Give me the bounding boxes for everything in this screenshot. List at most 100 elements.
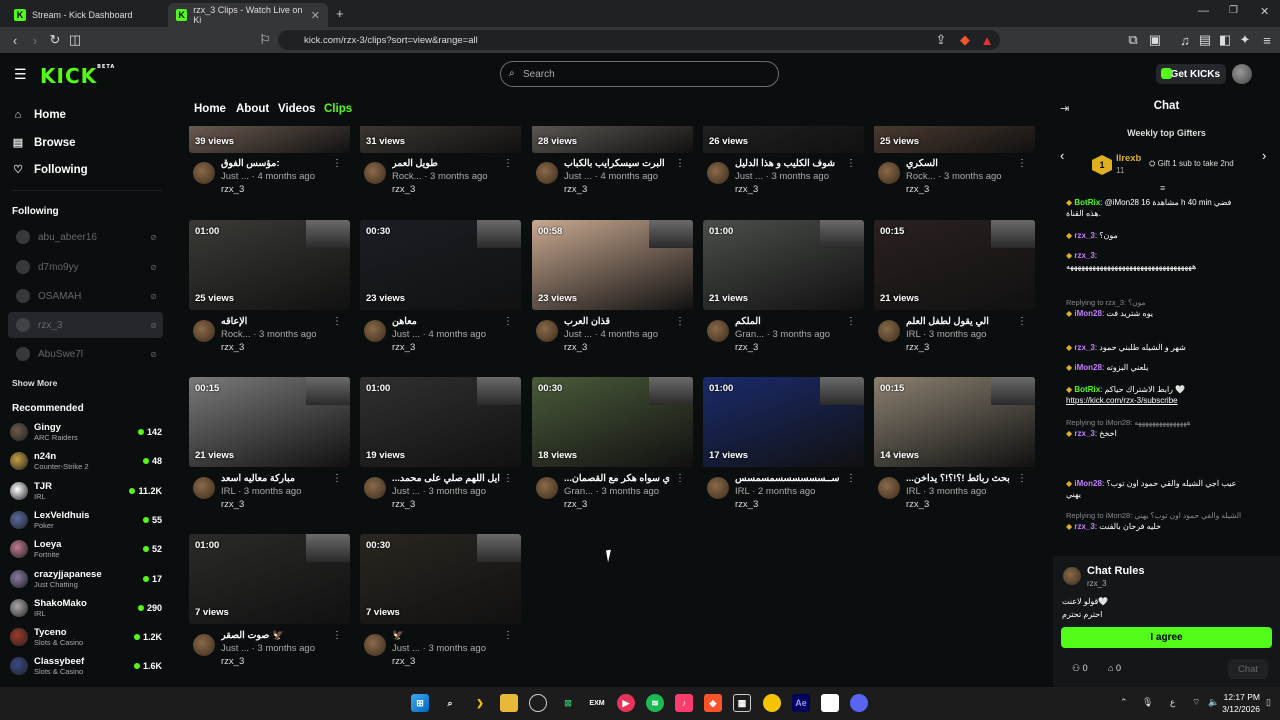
recommended-item[interactable]: Gingy ARC Raiders 142 bbox=[10, 418, 162, 446]
clip-thumbnail[interactable]: 25 views bbox=[874, 126, 1035, 153]
clip-card[interactable]: 01:00 21 views الملكم ⋮ Gran... · 3 months a… bbox=[703, 220, 864, 355]
more-options-icon[interactable]: ⋮ bbox=[503, 316, 513, 327]
clip-thumbnail[interactable]: 00:30 7 views bbox=[360, 534, 521, 624]
more-options-icon[interactable]: ⋮ bbox=[503, 630, 513, 641]
recommended-item[interactable]: Loeya Fortnite 52 bbox=[10, 535, 162, 563]
clip-card[interactable]: 00:30 23 views معاهن ⋮ Just ... · 4 months a… bbox=[360, 220, 521, 355]
clip-card[interactable]: 31 views طويل العمر ⋮ Rock... · 3 months ag… bbox=[360, 126, 521, 201]
clip-thumbnail[interactable]: 31 views bbox=[360, 126, 521, 153]
music-icon[interactable]: ♫ bbox=[1176, 31, 1194, 49]
more-options-icon[interactable]: ⋮ bbox=[675, 473, 685, 484]
clip-title[interactable]: السكري bbox=[906, 158, 1018, 169]
minimize-button[interactable]: — bbox=[1198, 5, 1209, 17]
task-view-icon[interactable]: ❯ bbox=[471, 694, 489, 712]
more-options-icon[interactable]: ⋮ bbox=[846, 316, 856, 327]
more-options-icon[interactable]: ⋮ bbox=[503, 158, 513, 169]
tab-about[interactable]: About bbox=[236, 103, 269, 115]
clip-user[interactable]: rzx_3 bbox=[221, 656, 244, 667]
after-effects-icon[interactable]: Ae bbox=[792, 694, 810, 712]
chat-username[interactable]: rzx_3 bbox=[1074, 251, 1094, 260]
more-options-icon[interactable]: ⋮ bbox=[675, 158, 685, 169]
chevron-right-icon[interactable]: › bbox=[1262, 148, 1266, 163]
reply-context[interactable]: Replying to rzx_3: مون؟ bbox=[1066, 297, 1266, 308]
clock-time[interactable]: 12:17 PM bbox=[1222, 692, 1260, 702]
more-options-icon[interactable]: ⋮ bbox=[1017, 158, 1027, 169]
back-icon[interactable]: ‹ bbox=[6, 31, 24, 49]
clip-card[interactable]: 39 views مؤسس الفوق: ⋮ Just ... · 4 months … bbox=[189, 126, 350, 201]
avatar[interactable] bbox=[193, 634, 215, 656]
microphone-icon[interactable]: 🎙 bbox=[1142, 697, 1153, 708]
clip-card[interactable]: 00:15 14 views ...بحث ربائط !؟!؟!؟ يداخن ⋮ I… bbox=[874, 377, 1035, 512]
chat-username[interactable]: rzx_3 bbox=[1074, 522, 1094, 531]
clip-card[interactable]: 28 views البرت سيسكرايب بالكباب ⋮ Just ... … bbox=[532, 126, 693, 201]
tab-videos[interactable]: Videos bbox=[278, 103, 316, 115]
file-explorer-icon[interactable] bbox=[500, 694, 518, 712]
avatar[interactable] bbox=[193, 477, 215, 499]
chat-username[interactable]: BotRix bbox=[1074, 385, 1100, 394]
recommended-item[interactable]: ShakoMako IRL 290 bbox=[10, 594, 162, 622]
avatar[interactable] bbox=[364, 162, 386, 184]
windows-start-icon[interactable]: ⊞ bbox=[411, 694, 429, 712]
clip-user[interactable]: rzx_3 bbox=[392, 184, 415, 195]
discord-icon[interactable] bbox=[850, 694, 868, 712]
get-kicks-button[interactable]: Get KICKs bbox=[1156, 64, 1226, 84]
clip-user[interactable]: rzx_3 bbox=[392, 342, 415, 353]
clip-title[interactable]: شوف الكليب و هذا الدليل bbox=[735, 158, 847, 169]
clip-card[interactable]: 26 views شوف الكليب و هذا الدليل ⋮ Just ...… bbox=[703, 126, 864, 201]
chat-username[interactable]: rzx_3 bbox=[1074, 343, 1094, 352]
clip-user[interactable]: rzx_3 bbox=[564, 499, 587, 510]
clip-title[interactable]: الملكم bbox=[735, 316, 847, 327]
maximize-button[interactable]: ❐ bbox=[1229, 5, 1238, 16]
chat-username[interactable]: rzx_3 bbox=[1074, 231, 1094, 240]
language-icon[interactable]: ع bbox=[1170, 697, 1175, 708]
notification-icon[interactable]: ▯ bbox=[1266, 697, 1271, 708]
clip-title[interactable]: مباركة معاليه اسعد bbox=[221, 473, 333, 484]
subscribe-link[interactable]: https://kick.com/rzx-3/subscribe bbox=[1066, 395, 1266, 406]
clip-title[interactable]: الإعاقه bbox=[221, 316, 333, 327]
clip-card[interactable]: 01:00 25 views الإعاقه ⋮ Rock... · 3 months … bbox=[189, 220, 350, 355]
sidebar-item-home[interactable]: ⌂ Home bbox=[12, 109, 66, 121]
clip-user[interactable]: rzx_3 bbox=[564, 184, 587, 195]
more-options-icon[interactable]: ⋮ bbox=[846, 473, 856, 484]
following-item[interactable]: d7mo9yy ⊘ bbox=[8, 254, 163, 280]
more-options-icon[interactable]: ⋮ bbox=[332, 158, 342, 169]
clip-thumbnail[interactable]: 01:00 25 views bbox=[189, 220, 350, 310]
more-options-icon[interactable]: ⋮ bbox=[846, 158, 856, 169]
clip-user[interactable]: rzx_3 bbox=[392, 499, 415, 510]
avatar[interactable] bbox=[193, 320, 215, 342]
tab-clips[interactable]: Clips bbox=[324, 103, 352, 115]
clip-thumbnail[interactable]: 00:58 23 views bbox=[532, 220, 693, 310]
clip-title[interactable]: معاهن bbox=[392, 316, 504, 327]
close-tab-icon[interactable]: ✕ bbox=[311, 9, 320, 22]
clip-card[interactable]: 00:15 21 views الي يقول لطفل العلم ⋮ IRL · 3… bbox=[874, 220, 1035, 355]
clip-thumbnail[interactable]: 00:30 23 views bbox=[360, 220, 521, 310]
avatar[interactable] bbox=[364, 320, 386, 342]
avatar[interactable] bbox=[536, 477, 558, 499]
recommended-item[interactable]: Tyceno Slots & Casino 1.2K bbox=[10, 623, 162, 651]
more-options-icon[interactable]: ⋮ bbox=[503, 473, 513, 484]
reload-icon[interactable]: ↻ bbox=[46, 31, 64, 49]
more-options-icon[interactable]: ⋮ bbox=[1017, 316, 1027, 327]
search-input[interactable]: ⌕ Search bbox=[500, 61, 779, 87]
clip-title[interactable]: الي يقول لطفل العلم bbox=[906, 316, 1018, 327]
clip-user[interactable]: rzx_3 bbox=[906, 342, 929, 353]
clip-title[interactable]: ...ي سواه هكر مع القصمان bbox=[564, 473, 676, 484]
more-options-icon[interactable]: ⋮ bbox=[332, 630, 342, 641]
clip-thumbnail[interactable]: 28 views bbox=[532, 126, 693, 153]
avatar[interactable] bbox=[536, 162, 558, 184]
clip-thumbnail[interactable]: 39 views bbox=[189, 126, 350, 153]
clip-card[interactable]: 00:58 23 views قذان العرب ⋮ Just ... · 4 mon… bbox=[532, 220, 693, 355]
clip-thumbnail[interactable]: 26 views bbox=[703, 126, 864, 153]
avatar[interactable] bbox=[364, 634, 386, 656]
menu-icon[interactable]: ≡ bbox=[1258, 31, 1276, 49]
clip-title[interactable]: صوت الصقر 🦅 bbox=[221, 630, 333, 641]
clip-thumbnail[interactable]: 01:00 17 views bbox=[703, 377, 864, 467]
avatar[interactable] bbox=[193, 162, 215, 184]
clip-title[interactable]: طويل العمر bbox=[392, 158, 504, 169]
sidebar-item-browse[interactable]: ▤ Browse bbox=[12, 136, 76, 150]
recommended-item[interactable]: n24n Counter-Strike 2 48 bbox=[10, 447, 162, 475]
more-options-icon[interactable]: ⋮ bbox=[1017, 473, 1027, 484]
agree-button[interactable]: I agree bbox=[1061, 627, 1272, 648]
chat-username[interactable]: iMon28 bbox=[1074, 309, 1102, 318]
avatar[interactable] bbox=[707, 320, 729, 342]
